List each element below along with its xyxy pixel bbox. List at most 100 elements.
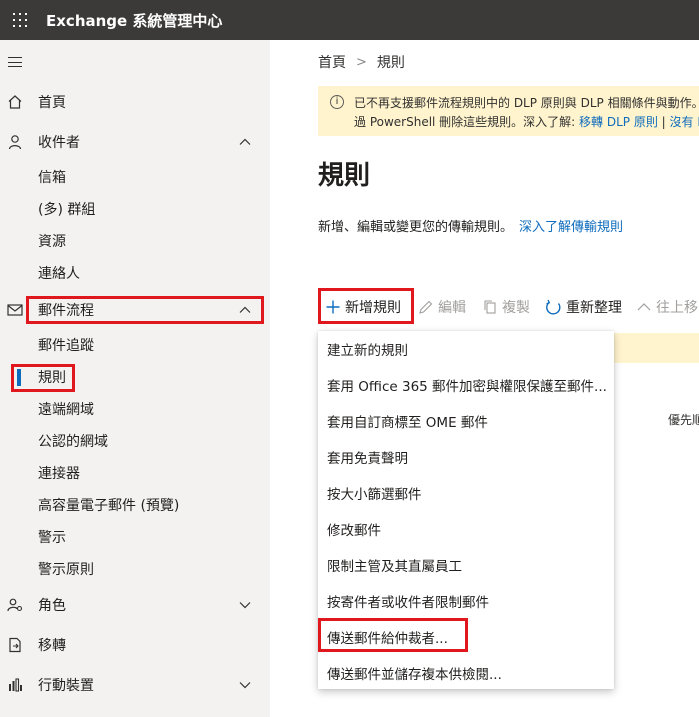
hamburger-icon[interactable] <box>6 55 24 69</box>
add-rule-label: 新增規則 <box>345 300 401 316</box>
edit-label: 編輯 <box>438 300 466 316</box>
menu-item-apply-disclaimer[interactable]: 套用免責聲明 <box>318 439 614 475</box>
chevron-up-icon <box>636 299 652 315</box>
sidebar-subitem-label: 公認的網域 <box>38 434 108 450</box>
sidebar-subitem-label: 郵件追蹤 <box>38 338 94 354</box>
no-dlp-link[interactable]: 沒有 DL <box>670 115 699 129</box>
waffle-icon <box>13 13 27 27</box>
sidebar-subitem-connectors[interactable]: 連接器 <box>0 458 270 488</box>
menu-item-label: 修改郵件 <box>327 523 381 539</box>
add-rule-menu: 建立新的規則 套用 Office 365 郵件加密與權限保護至郵件... 套用自… <box>318 331 614 689</box>
migration-icon <box>6 636 24 654</box>
chevron-down-icon[interactable] <box>238 598 252 612</box>
add-rule-button[interactable]: 新增規則 <box>325 296 401 318</box>
sidebar-subitem-high-volume-email[interactable]: 高容量電子郵件 (預覽) <box>0 490 270 520</box>
priority-column-header[interactable]: 優先順 <box>668 411 699 428</box>
breadcrumb-current: 規則 <box>376 55 405 71</box>
sidebar-subitem-label: 警示原則 <box>38 562 94 578</box>
sidebar-item-label: 收件者 <box>38 135 80 151</box>
menu-item-restrict-by-sender-recipient[interactable]: 按寄件者或收件者限制郵件 <box>318 583 614 619</box>
move-up-button[interactable]: 往上移 <box>636 296 698 318</box>
chevron-up-icon[interactable] <box>238 303 252 317</box>
menu-item-label: 套用自訂商標至 OME 郵件 <box>327 415 488 431</box>
menu-item-label: 套用 Office 365 郵件加密與權限保護至郵件... <box>327 379 607 395</box>
info-banner: i 已不再支援郵件流程規則中的 DLP 原則與 DLP 相關條件與動作。 過 P… <box>318 86 699 136</box>
description-text: 新增、編輯或變更您的傳輸規則。 <box>318 220 514 235</box>
page-title: 規則 <box>318 161 371 191</box>
sidebar-subitem-alert-policies[interactable]: 警示原則 <box>0 554 270 584</box>
sidebar-subitem-alerts[interactable]: 警示 <box>0 522 270 552</box>
sidebar-item-mobile[interactable]: 行動裝置 <box>0 669 270 701</box>
top-bar: Exchange 系統管理中心 <box>0 0 699 40</box>
banner-separator: | <box>661 115 666 129</box>
menu-item-apply-encryption[interactable]: 套用 Office 365 郵件加密與權限保護至郵件... <box>318 367 614 403</box>
sidebar-subitem-resources[interactable]: 資源 <box>0 226 270 256</box>
banner-line-1: 已不再支援郵件流程規則中的 DLP 原則與 DLP 相關條件與動作。 <box>354 96 699 110</box>
page-description: 新增、編輯或變更您的傳輸規則。 深入了解傳輸規則 <box>318 216 623 235</box>
sidebar-item-label: 移轉 <box>38 638 66 654</box>
sidebar-item-mail-flow[interactable]: 郵件流程 <box>0 294 270 326</box>
sidebar-subitem-label: 連接器 <box>38 466 80 482</box>
info-icon: i <box>330 95 344 109</box>
sidebar-item-roles[interactable]: 角色 <box>0 589 270 621</box>
menu-item-label: 建立新的規則 <box>327 343 408 359</box>
roles-icon <box>6 596 24 614</box>
chevron-up-icon[interactable] <box>238 135 252 149</box>
sidebar-item-label: 首頁 <box>38 95 66 111</box>
sidebar-subitem-remote-domains[interactable]: 遠端網域 <box>0 394 270 424</box>
chevron-right-icon: > <box>356 54 367 70</box>
sidebar-subitem-contacts[interactable]: 連絡人 <box>0 258 270 288</box>
menu-item-label: 按大小篩選郵件 <box>327 487 422 503</box>
menu-item-send-and-save-copy[interactable]: 傳送郵件並儲存複本供檢閱... <box>318 655 614 691</box>
refresh-button[interactable]: 重新整理 <box>545 296 622 318</box>
notification-strip <box>610 333 699 363</box>
copy-icon <box>482 299 498 315</box>
home-icon <box>6 93 24 111</box>
app-launcher-button[interactable] <box>0 0 40 40</box>
breadcrumb: 首頁 > 規則 <box>318 52 405 72</box>
sidebar-subitem-message-trace[interactable]: 郵件追蹤 <box>0 330 270 360</box>
app-title: Exchange 系統管理中心 <box>46 11 223 30</box>
person-icon <box>6 133 24 151</box>
migrate-dlp-link[interactable]: 移轉 DLP 原則 <box>579 115 658 129</box>
copy-button[interactable]: 複製 <box>482 296 530 318</box>
move-up-label: 往上移 <box>656 300 698 316</box>
sidebar-item-label: 郵件流程 <box>38 303 94 319</box>
pencil-icon <box>418 299 434 315</box>
copy-label: 複製 <box>502 300 530 316</box>
mail-icon <box>6 301 24 319</box>
menu-item-label: 按寄件者或收件者限制郵件 <box>327 595 489 611</box>
sidebar: 首頁 收件者 信箱 (多) 群組 資源 連絡人 郵件流程 郵件追蹤 規則 遠端網… <box>0 40 270 717</box>
sidebar-item-migration[interactable]: 移轉 <box>0 629 270 661</box>
sidebar-subitem-groups[interactable]: (多) 群組 <box>0 194 270 224</box>
sidebar-item-label: 角色 <box>38 598 66 614</box>
sidebar-subitem-label: 警示 <box>38 530 66 546</box>
sidebar-subitem-label: 資源 <box>38 234 66 250</box>
refresh-icon <box>545 299 562 316</box>
sidebar-subitem-accepted-domains[interactable]: 公認的網域 <box>0 426 270 456</box>
menu-item-send-to-moderator[interactable]: 傳送郵件給仲裁者... <box>318 619 614 655</box>
menu-item-label: 傳送郵件並儲存複本供檢閱... <box>327 667 502 683</box>
edit-button[interactable]: 編輯 <box>418 296 466 318</box>
chevron-down-icon[interactable] <box>238 678 252 692</box>
sidebar-subitem-mailboxes[interactable]: 信箱 <box>0 162 270 192</box>
menu-item-apply-branding[interactable]: 套用自訂商標至 OME 郵件 <box>318 403 614 439</box>
menu-item-label: 傳送郵件給仲裁者... <box>327 631 448 647</box>
menu-item-restrict-managers[interactable]: 限制主管及其直屬員工 <box>318 547 614 583</box>
sidebar-subitem-label: 連絡人 <box>38 266 80 282</box>
sidebar-subitem-rules[interactable]: 規則 <box>0 362 270 392</box>
menu-item-label: 套用免責聲明 <box>327 451 408 467</box>
sidebar-item-recipients[interactable]: 收件者 <box>0 126 270 158</box>
breadcrumb-home[interactable]: 首頁 <box>318 52 346 72</box>
sidebar-item-home[interactable]: 首頁 <box>0 86 270 118</box>
menu-item-label: 限制主管及其直屬員工 <box>327 559 462 575</box>
sidebar-subitem-label: 信箱 <box>38 170 66 186</box>
menu-item-modify-messages[interactable]: 修改郵件 <box>318 511 614 547</box>
menu-item-create-new-rule[interactable]: 建立新的規則 <box>318 331 614 367</box>
banner-text: 過 PowerShell 刪除這些規則。深入了解: <box>354 115 580 129</box>
learn-more-link[interactable]: 深入了解傳輸規則 <box>519 220 623 235</box>
banner-line-2: 過 PowerShell 刪除這些規則。深入了解: 移轉 DLP 原則 | 沒有… <box>354 113 699 130</box>
menu-item-filter-by-size[interactable]: 按大小篩選郵件 <box>318 475 614 511</box>
sidebar-item-label: 行動裝置 <box>38 678 94 694</box>
sidebar-subitem-label: 遠端網域 <box>38 402 94 418</box>
